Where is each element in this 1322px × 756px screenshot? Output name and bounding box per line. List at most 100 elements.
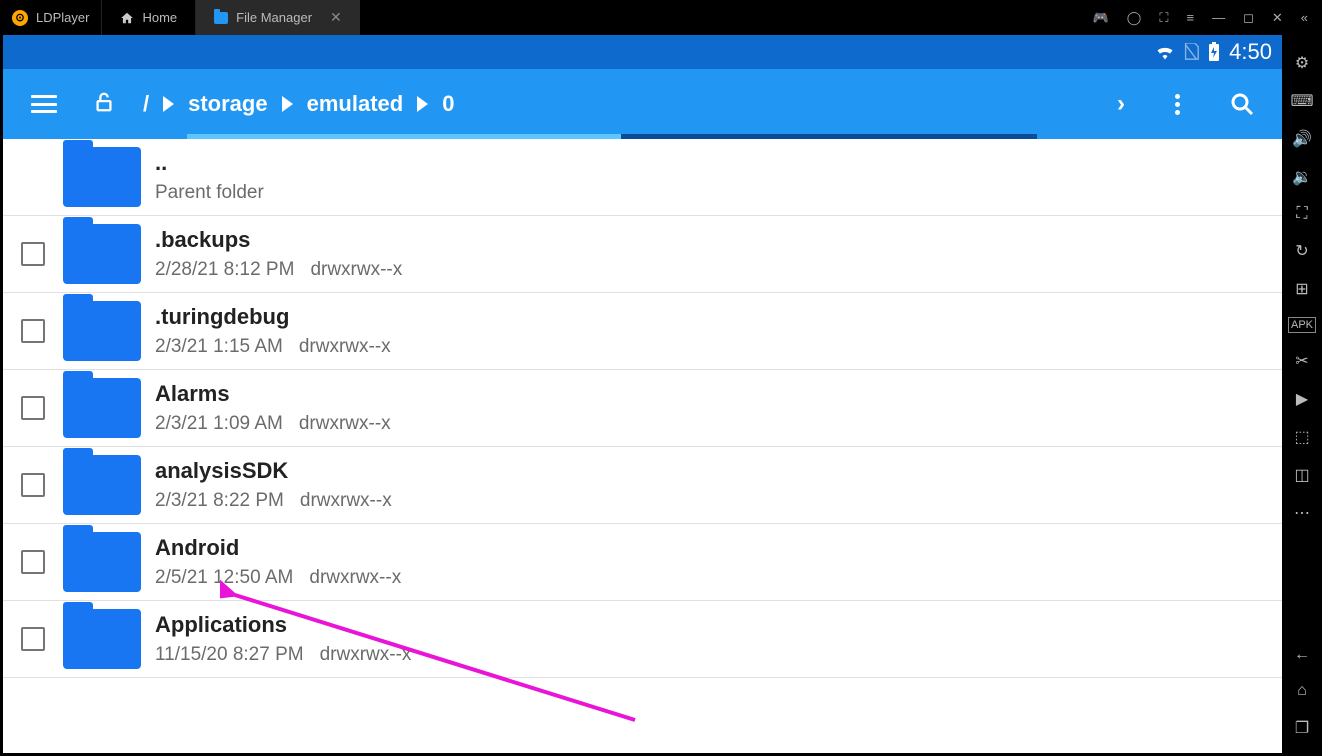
- file-date: 11/15/20 8:27 PM: [155, 644, 304, 666]
- file-date: 2/5/21 12:50 AM: [155, 567, 293, 589]
- user-icon[interactable]: ◯: [1127, 10, 1142, 26]
- file-row[interactable]: Alarms 2/3/21 1:09 AM drwxrwx--x: [3, 370, 1282, 447]
- file-desc: Parent folder: [155, 182, 264, 204]
- file-name: Alarms: [155, 381, 1282, 407]
- file-date: 2/28/21 8:12 PM: [155, 259, 294, 281]
- battery-charging-icon: [1207, 42, 1221, 62]
- folder-icon: [63, 378, 141, 438]
- home-icon: [120, 11, 134, 25]
- chevron-right-icon: [163, 96, 174, 112]
- android-statusbar: 4:50: [3, 35, 1282, 69]
- maximize-icon[interactable]: ◻: [1243, 10, 1254, 26]
- more-icon[interactable]: ⋯: [1294, 503, 1310, 523]
- chevron-right-icon: [417, 96, 428, 112]
- file-row[interactable]: Android 2/5/21 12:50 AM drwxrwx--x: [3, 524, 1282, 601]
- checkbox[interactable]: [21, 242, 45, 266]
- chevron-right-icon: [282, 96, 293, 112]
- file-date: 2/3/21 8:22 PM: [155, 490, 284, 512]
- wifi-icon: [1155, 44, 1175, 60]
- tab-home[interactable]: Home: [101, 0, 195, 35]
- parent-folder-row[interactable]: .. Parent folder: [3, 139, 1282, 216]
- breadcrumb-segment[interactable]: 0: [442, 91, 454, 117]
- file-permissions: drwxrwx--x: [310, 259, 402, 281]
- storage-usage-bar: [187, 134, 1037, 139]
- file-row[interactable]: Applications 11/15/20 8:27 PM drwxrwx--x: [3, 601, 1282, 678]
- folder-icon: [63, 455, 141, 515]
- file-row[interactable]: analysisSDK 2/3/21 8:22 PM drwxrwx--x: [3, 447, 1282, 524]
- breadcrumb-segment[interactable]: storage: [188, 91, 267, 117]
- storage-usage-fill: [187, 134, 621, 139]
- checkbox[interactable]: [21, 319, 45, 343]
- file-permissions: drwxrwx--x: [300, 490, 392, 512]
- file-name: ..: [155, 150, 1282, 176]
- file-list[interactable]: .. Parent folder .backups 2/28/21 8:12 P…: [3, 139, 1282, 753]
- scissors-icon[interactable]: ✂: [1295, 351, 1308, 371]
- file-row[interactable]: .backups 2/28/21 8:12 PM drwxrwx--x: [3, 216, 1282, 293]
- forward-button[interactable]: ›: [1117, 90, 1125, 118]
- titlebar-controls: 🎮 ◯ ⛶ ≡ — ◻ ✕ «: [1093, 10, 1322, 26]
- hamburger-icon: [31, 95, 57, 113]
- file-permissions: drwxrwx--x: [309, 567, 401, 589]
- overflow-menu-button[interactable]: [1175, 94, 1180, 115]
- settings-icon[interactable]: ⚙: [1295, 53, 1309, 73]
- window-titlebar: ⊙ LDPlayer Home File Manager ✕ 🎮 ◯ ⛶ ≡ —…: [0, 0, 1322, 35]
- folder-icon: [214, 12, 228, 24]
- clock: 4:50: [1229, 39, 1272, 65]
- file-name: Applications: [155, 612, 1282, 638]
- shake-icon[interactable]: ◫: [1294, 465, 1309, 485]
- volume-down-icon[interactable]: 🔉: [1292, 167, 1312, 187]
- file-row[interactable]: .turingdebug 2/3/21 1:15 AM drwxrwx--x: [3, 293, 1282, 370]
- minimize-icon[interactable]: —: [1212, 10, 1225, 25]
- volume-up-icon[interactable]: 🔊: [1292, 129, 1312, 149]
- close-icon[interactable]: ✕: [330, 9, 342, 26]
- folder-icon: [63, 609, 141, 669]
- hamburger-button[interactable]: [13, 85, 75, 123]
- collapse-sidebar-icon[interactable]: «: [1301, 10, 1308, 25]
- gamepad-icon[interactable]: 🎮: [1093, 10, 1109, 26]
- search-button[interactable]: [1230, 92, 1254, 116]
- file-name: .turingdebug: [155, 304, 1282, 330]
- ldplayer-logo-icon: ⊙: [12, 10, 28, 26]
- back-icon[interactable]: ←: [1294, 646, 1310, 664]
- breadcrumb-root[interactable]: /: [143, 91, 149, 117]
- fullscreen-icon[interactable]: ⛶: [1296, 205, 1307, 223]
- file-date: 2/3/21 1:15 AM: [155, 336, 283, 358]
- folder-icon: [63, 147, 141, 207]
- unlock-icon: [93, 91, 115, 113]
- sync-icon[interactable]: ↻: [1295, 241, 1308, 261]
- apk-icon[interactable]: APK: [1288, 317, 1316, 333]
- file-permissions: drwxrwx--x: [320, 644, 412, 666]
- checkbox[interactable]: [21, 627, 45, 651]
- checkbox[interactable]: [21, 473, 45, 497]
- breadcrumb[interactable]: / storage emulated 0: [143, 91, 454, 117]
- checkbox[interactable]: [21, 396, 45, 420]
- tab-file-manager[interactable]: File Manager ✕: [195, 0, 360, 35]
- tab-label: File Manager: [236, 10, 312, 25]
- app-window: 4:50 / storage emulated 0 ›: [3, 35, 1282, 753]
- file-permissions: drwxrwx--x: [299, 413, 391, 435]
- no-sim-icon: [1183, 43, 1199, 61]
- folder-icon: [63, 224, 141, 284]
- breadcrumb-segment[interactable]: emulated: [307, 91, 404, 117]
- checkbox[interactable]: [21, 550, 45, 574]
- emulator-sidebar: ⚙ ⌨ 🔊 🔉 ⛶ ↻ ⊞ APK ✂ ▶ ⬚ ◫ ⋯ ← ⌂ ❐: [1282, 35, 1322, 756]
- file-name: .backups: [155, 227, 1282, 253]
- multi-instance-icon[interactable]: ⊞: [1295, 279, 1308, 299]
- file-date: 2/3/21 1:09 AM: [155, 413, 283, 435]
- folder-icon: [63, 301, 141, 361]
- file-permissions: drwxrwx--x: [299, 336, 391, 358]
- keyboard-icon[interactable]: ⌨: [1290, 91, 1313, 111]
- folder-icon: [63, 532, 141, 592]
- video-icon[interactable]: ▶: [1296, 389, 1308, 409]
- android-home-icon[interactable]: ⌂: [1297, 682, 1307, 700]
- file-name: Android: [155, 535, 1282, 561]
- lock-button[interactable]: [75, 81, 143, 128]
- app-toolbar: / storage emulated 0 ›: [3, 69, 1282, 139]
- brand: ⊙ LDPlayer: [0, 0, 101, 35]
- close-window-icon[interactable]: ✕: [1272, 10, 1283, 26]
- menu-icon[interactable]: ≡: [1186, 10, 1194, 25]
- shared-folder-icon[interactable]: ⬚: [1294, 427, 1309, 447]
- brand-label: LDPlayer: [36, 10, 89, 25]
- screenshot-icon[interactable]: ⛶: [1159, 10, 1168, 26]
- recents-icon[interactable]: ❐: [1295, 718, 1309, 738]
